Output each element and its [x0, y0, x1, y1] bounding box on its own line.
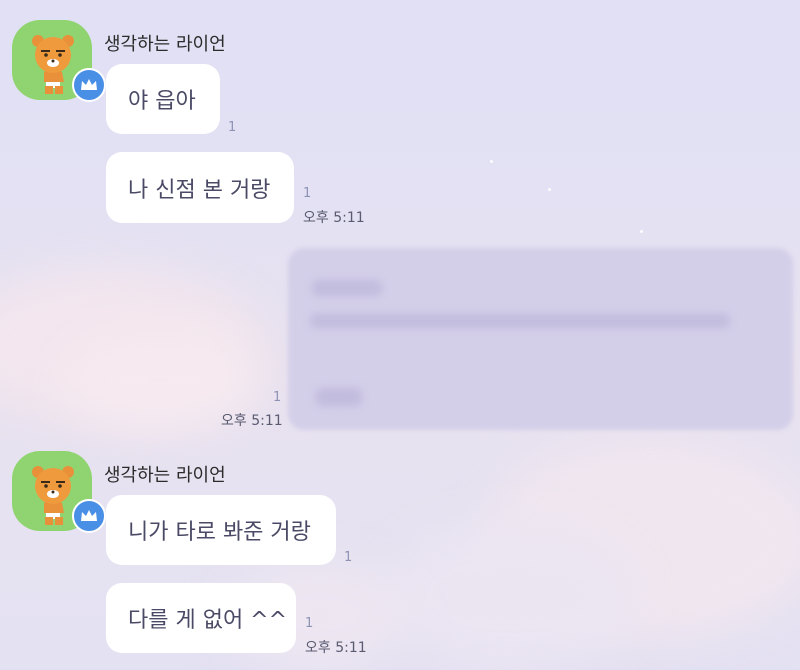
- crown-badge-icon: [72, 499, 106, 533]
- blurred-content: [316, 388, 362, 406]
- unread-count: 1: [273, 390, 282, 405]
- unread-count: 1: [344, 550, 353, 565]
- sender-name: 생각하는 라이언: [104, 465, 226, 486]
- blurred-message-bubble[interactable]: [288, 248, 793, 430]
- message-bubble[interactable]: 다를 게 없어 ^^: [106, 583, 296, 653]
- unread-count: 1: [305, 616, 314, 631]
- sender-name: 생각하는 라이언: [104, 34, 226, 55]
- message-bubble[interactable]: 나 신점 본 거랑: [106, 152, 294, 223]
- message-time: 오후 5:11: [303, 210, 365, 226]
- blurred-content: [310, 314, 730, 328]
- blurred-content: [312, 280, 382, 296]
- crown-badge-icon: [72, 68, 106, 102]
- message-time: 오후 5:11: [305, 640, 367, 656]
- message-time: 오후 5:11: [221, 413, 283, 429]
- unread-count: 1: [303, 186, 312, 201]
- message-bubble[interactable]: 니가 타로 봐준 거랑: [106, 495, 336, 565]
- unread-count: 1: [228, 120, 237, 135]
- sender-avatar[interactable]: [12, 20, 106, 102]
- message-bubble[interactable]: 야 읍아: [106, 64, 220, 134]
- sender-avatar[interactable]: [12, 451, 106, 533]
